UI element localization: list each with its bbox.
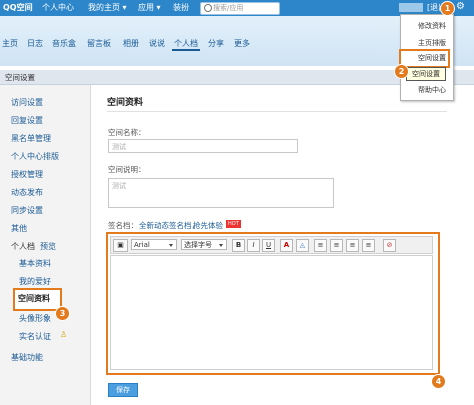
signature-try-link[interactable]: 抢先体验 [193,220,223,231]
nav-item-music[interactable]: 音乐盒 [52,38,76,49]
sidebar-sub-space-info[interactable]: 空间资料 [13,288,62,311]
editor-content-area[interactable] [110,255,433,370]
avatar[interactable] [399,3,423,12]
font-size-select[interactable]: 选择字号 [181,239,227,250]
decorate-link[interactable]: 装扮 [173,2,189,13]
step-badge-2: 2 [394,64,409,79]
nav-item-shuoshuo[interactable]: 说说 [149,38,165,49]
nav-item-more[interactable]: 更多 [234,38,250,49]
my-home-menu[interactable]: 我的主页 ▾ [88,2,127,13]
font-family-select[interactable]: Arial [131,239,177,250]
personal-center-link[interactable]: 个人中心 [42,2,74,13]
step-badge-4: 4 [431,374,446,389]
sidebar-sub-basic-info[interactable]: 基本资料 [19,258,51,269]
sidebar-sub-space-info-label: 空间资料 [18,294,50,303]
space-name-input[interactable]: 测试 [108,139,298,153]
sidebar-item-blacklist[interactable]: 黑名单管理 [11,133,51,144]
sidebar-item-other[interactable]: 其他 [11,223,27,234]
space-name-label: 空间名称： [108,128,146,137]
clear-format-icon[interactable]: ⊘ [383,239,396,252]
signature-label: 签名档： [108,221,138,230]
align-right-icon[interactable]: ≡ [346,239,359,252]
qzone-logo[interactable]: QQ空间 [3,2,33,13]
sidebar-item-center-layout[interactable]: 个人中心排版 [11,151,59,162]
sidebar-item-reply-settings[interactable]: 回复设置 [11,115,43,126]
align-center-icon[interactable]: ≡ [330,239,343,252]
search-icon [204,4,212,12]
align-left-icon[interactable]: ≡ [314,239,327,252]
sidebar-sub-hobbies[interactable]: 我的爱好 [19,276,51,287]
font-size-value: 选择字号 [184,241,212,249]
section-title: 空间设置 [5,73,35,82]
sidebar-sub-real-name[interactable]: 实名认证 [19,331,51,342]
sidebar-item-visit-settings[interactable]: 访问设置 [11,97,43,108]
save-button[interactable]: 保存 [108,383,138,397]
sidebar-sub-avatar[interactable]: 头像形象 [19,313,51,324]
sidebar-profile-preview-link[interactable]: 预览 [40,241,56,252]
step-badge-3: 3 [55,306,70,321]
italic-button[interactable]: I [247,239,260,252]
font-family-value: Arial [134,241,150,249]
nav-item-guestbook[interactable]: 留言板 [87,38,111,49]
nav-item-blog[interactable]: 日志 [27,38,43,49]
signature-new-link[interactable]: 全新动态签名档， [139,220,199,231]
nav-item-home[interactable]: 主页 [2,38,18,49]
insert-image-icon[interactable]: ▣ [113,239,128,252]
sidebar-item-basic-functions[interactable]: 基础功能 [11,352,43,363]
space-desc-textarea[interactable]: 测试 [108,178,334,208]
nav-active-indicator [172,49,200,51]
search-input[interactable]: 搜索/应用 [200,2,280,15]
font-color-button[interactable]: A [280,239,293,252]
verify-lock-icon: ♙ [60,330,68,339]
space-name-value: 测试 [112,143,126,151]
sidebar-item-feed-publish[interactable]: 动态发布 [11,187,43,198]
search-placeholder: 搜索/应用 [213,4,244,12]
gear-icon[interactable]: ⚙ [456,1,465,12]
sidebar-item-sync-settings[interactable]: 同步设置 [11,205,43,216]
bold-button[interactable]: B [232,239,245,252]
hot-badge: HOT [226,220,241,228]
nav-item-share[interactable]: 分享 [208,38,224,49]
dropdown-item-space-settings-label: 空间设置 [418,54,446,62]
dropdown-item-edit-profile[interactable]: 修改资料 [418,21,446,31]
sidebar-group-profile: 个人档 [11,242,35,251]
space-desc-label: 空间说明： [108,165,146,174]
title-divider [107,111,447,112]
dropdown-item-home-layout[interactable]: 主页排版 [418,38,446,48]
sidebar-item-authorization[interactable]: 授权管理 [11,169,43,180]
tooltip: 空间设置 [406,67,446,81]
nav-item-album[interactable]: 相册 [123,38,139,49]
space-desc-value: 测试 [112,182,126,190]
page-title: 空间资料 [107,98,144,108]
highlight-icon[interactable]: ◬ [296,239,309,252]
justify-icon[interactable]: ≡ [362,239,375,252]
dropdown-item-help-center[interactable]: 帮助中心 [418,85,446,95]
apps-menu[interactable]: 应用 ▾ [138,2,161,13]
step-badge-1: 1 [440,1,455,16]
underline-button[interactable]: U [262,239,275,252]
nav-item-profile[interactable]: 个人档 [174,38,198,49]
